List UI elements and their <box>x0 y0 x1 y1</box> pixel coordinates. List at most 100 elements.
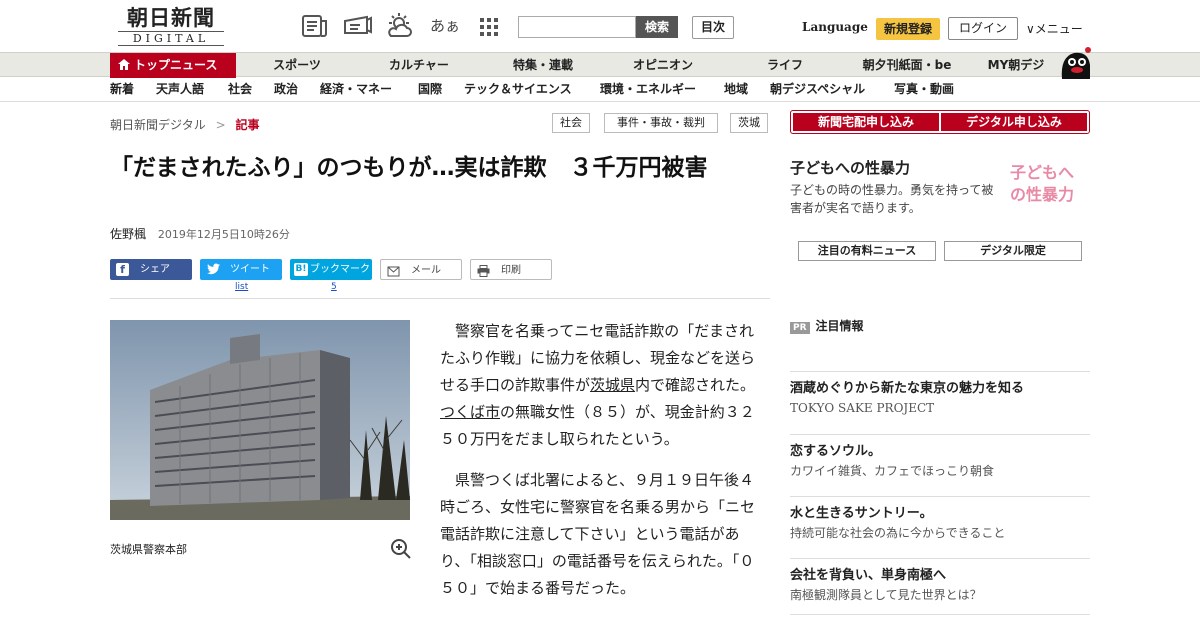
secondary-nav: 新着 天声人語 社会 政治 経済・マネー 国際 テック＆サイエンス 環境・エネル… <box>0 77 1200 102</box>
nav-item-region[interactable]: 地域 <box>724 77 748 102</box>
photo-caption: 茨城県警察本部 <box>110 543 187 556</box>
nav-item-politics[interactable]: 政治 <box>274 77 298 102</box>
pr-item-sub: 南極観測隊員として見た世界とは？ <box>790 588 982 602</box>
promo-text: 子どもの時の性暴力。勇気を持って被害者が実名で語ります。 <box>790 183 994 215</box>
print-label: 印刷 <box>501 265 521 276</box>
language-link[interactable]: Language <box>802 20 868 34</box>
pr-item-title: 酒蔵めぐりから新たな東京の魅力を知る <box>790 381 1025 396</box>
pr-item[interactable]: 酒蔵めぐりから新たな東京の魅力を知る TOKYO SAKE PROJECT <box>790 371 1090 418</box>
nav-item-international[interactable]: 国際 <box>418 77 442 102</box>
nav-item-life[interactable]: ライフ <box>752 53 818 78</box>
home-icon <box>118 54 130 70</box>
pr-item-sub: 持続可能な社会の為に今からできること <box>790 526 1006 540</box>
paragraph-text: 内で確認された。 <box>635 376 756 394</box>
nav-item-top-news[interactable]: トップニュース <box>110 53 236 78</box>
article-title: 「だまされたふり」のつもりが…実は詐欺 ３千万円被害 <box>110 155 708 181</box>
grid-menu-icon[interactable] <box>474 12 504 40</box>
nav-item-environment[interactable]: 環境・エネルギー <box>600 77 696 102</box>
pr-item-title: 会社を背負い、単身南極へ <box>790 568 947 583</box>
paid-news-button[interactable]: 注目の有料ニュース <box>798 241 936 261</box>
byline: 佐野楓 2019年12月5日10時26分 <box>110 225 290 242</box>
article-paragraph: 警察官を名乗ってニセ電話詐欺の「だまされたふり作戦」に協力を依頼し、現金などを送… <box>440 318 756 453</box>
login-button[interactable]: ログイン <box>948 17 1018 40</box>
hatena-icon: B! <box>294 263 308 276</box>
publish-datetime: 2019年12月5日10時26分 <box>157 228 290 241</box>
article-paragraph: 県警つくば北署によると、９月１９日午後４時ごろ、女性宅に警察官を名乗る男から「ニ… <box>440 471 756 597</box>
nav-item-tech-science[interactable]: テック＆サイエンス <box>464 77 572 102</box>
weather-icon[interactable] <box>385 12 415 40</box>
camera-icon[interactable] <box>342 12 372 40</box>
breadcrumb-separator: > <box>215 118 226 132</box>
promo-image-text: 子どもへの性暴力 <box>1010 163 1075 204</box>
breadcrumb: 朝日新聞デジタル > 記事 <box>110 116 260 133</box>
tag-ibaraki[interactable]: 茨城 <box>730 113 768 133</box>
hatena-bookmark-button[interactable]: B! ブックマーク <box>290 259 372 280</box>
author: 佐野楓 <box>110 227 147 241</box>
mail-share-label: メール <box>411 265 441 276</box>
search-button[interactable]: 検索 <box>636 16 678 38</box>
facebook-share-label: シェア <box>140 264 170 275</box>
nav-item-special[interactable]: 朝デジスペシャル <box>770 77 865 102</box>
register-button[interactable]: 新規登録 <box>876 18 940 40</box>
nav-item-tensei-jingo[interactable]: 天声人語 <box>156 77 204 102</box>
twitter-count[interactable]: list <box>235 282 248 292</box>
pr-item[interactable]: 恋するソウル。 カワイイ雑貨、カフェでほっこり朝食 <box>790 434 1090 481</box>
search-input[interactable] <box>518 16 636 38</box>
pr-item-sub: TOKYO SAKE PROJECT <box>790 401 935 415</box>
pr-section-header: PR 注目情報 <box>790 317 864 334</box>
nav-item-society[interactable]: 社会 <box>228 77 252 102</box>
digital-only-button[interactable]: デジタル限定 <box>944 241 1082 261</box>
zoom-icon[interactable] <box>390 538 412 560</box>
article-photo[interactable] <box>110 320 410 520</box>
pr-label: 注目情報 <box>815 319 864 333</box>
mascot-icon[interactable] <box>1058 45 1094 79</box>
nav-item-newspaper[interactable]: 朝夕刊紙面・be <box>846 53 968 78</box>
nav-label: トップニュース <box>134 58 218 72</box>
article-body: 警察官を名乗ってニセ電話詐欺の「だまされたふり作戦」に協力を依頼し、現金などを送… <box>440 318 756 616</box>
logo-subtext: DIGITAL <box>118 31 224 46</box>
nav-item-opinion[interactable]: オピニオン <box>618 53 708 78</box>
pr-item[interactable]: 水と生きるサントリー。 持続可能な社会の為に今からできること <box>790 496 1090 543</box>
newspaper-subscribe-button[interactable]: 新聞宅配申し込み <box>793 113 939 131</box>
divider <box>110 298 770 299</box>
nav-item-my-asadigi[interactable]: MY朝デジ <box>980 53 1052 78</box>
print-icon <box>477 264 490 277</box>
link-ibaraki[interactable]: 茨城県 <box>590 376 635 394</box>
tag-society[interactable]: 社会 <box>552 113 590 133</box>
print-button[interactable]: 印刷 <box>470 259 552 280</box>
nav-item-latest[interactable]: 新着 <box>110 77 134 102</box>
logo-text: 朝日新聞 <box>127 5 215 30</box>
nav-item-culture[interactable]: カルチャー <box>372 53 466 78</box>
pr-item-sub: カワイイ雑貨、カフェでほっこり朝食 <box>790 464 995 478</box>
twitter-icon <box>207 263 221 276</box>
menu-button[interactable]: ∨メニュー <box>1026 20 1083 37</box>
nav-item-photo-video[interactable]: 写真・動画 <box>894 77 954 102</box>
facebook-icon: f <box>116 263 129 276</box>
pr-item-title: 恋するソウル。 <box>790 444 882 459</box>
nav-item-sports[interactable]: スポーツ <box>258 53 336 78</box>
breadcrumb-root[interactable]: 朝日新聞デジタル <box>110 118 206 132</box>
pr-item[interactable]: 会社を背負い、単身南極へ 南極観測隊員として見た世界とは？ <box>790 558 1090 605</box>
toc-button[interactable]: 目次 <box>692 16 734 39</box>
divider <box>790 614 1090 615</box>
facebook-share-button[interactable]: f シェア <box>110 259 192 280</box>
pr-badge: PR <box>790 322 810 334</box>
pr-item-title: 水と生きるサントリー。 <box>790 506 933 521</box>
nav-item-economy[interactable]: 経済・マネー <box>320 77 392 102</box>
link-tsukuba[interactable]: つくば市 <box>440 403 500 421</box>
font-size-icon[interactable]: あぁ <box>430 12 460 40</box>
site-header: 朝日新聞 DIGITAL あぁ 検索 目次 Language 新規登録 ログイン… <box>0 0 1200 52</box>
twitter-share-label: ツイート <box>230 264 270 275</box>
promo-image[interactable]: 子どもへの性暴力 <box>1006 160 1090 214</box>
site-logo[interactable]: 朝日新聞 DIGITAL <box>112 6 230 48</box>
nav-item-features[interactable]: 特集・連載 <box>496 53 590 78</box>
mail-share-button[interactable]: メール <box>380 259 462 280</box>
promo-title[interactable]: 子どもへの性暴力 <box>790 157 910 178</box>
breadcrumb-current: 記事 <box>235 118 260 132</box>
twitter-share-button[interactable]: ツイート <box>200 259 282 280</box>
newspaper-icon[interactable] <box>300 12 330 40</box>
hatena-share-label: ブックマーク <box>310 264 370 275</box>
tag-incident[interactable]: 事件・事故・裁判 <box>604 113 718 133</box>
hatena-count[interactable]: 5 <box>331 282 337 292</box>
digital-subscribe-button[interactable]: デジタル申し込み <box>941 113 1087 131</box>
